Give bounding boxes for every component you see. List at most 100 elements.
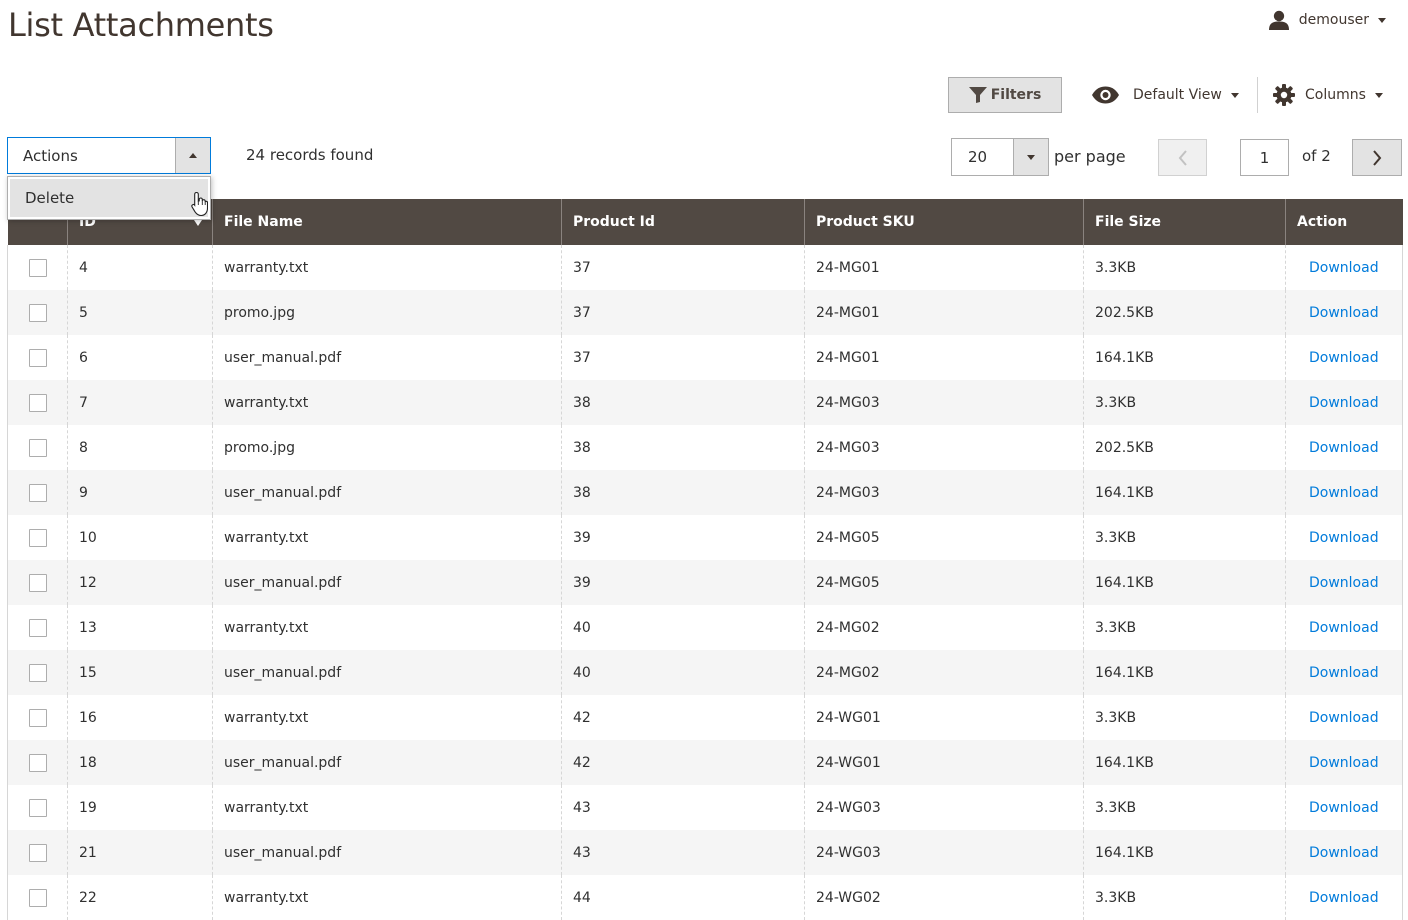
download-link[interactable]: Download <box>1309 665 1379 681</box>
cell-file-name: user_manual.pdf <box>212 740 562 785</box>
row-checkbox[interactable] <box>28 258 47 277</box>
filters-button[interactable]: Filters <box>948 77 1062 113</box>
download-link[interactable]: Download <box>1309 710 1379 726</box>
columns-dropdown[interactable]: Columns <box>1273 80 1383 110</box>
column-header-file-name[interactable]: File Name <box>212 199 562 245</box>
download-link[interactable]: Download <box>1309 890 1379 906</box>
next-page-button[interactable] <box>1352 139 1402 176</box>
cell-file-size: 3.3KB <box>1083 515 1286 560</box>
row-checkbox[interactable] <box>28 888 47 907</box>
cell-file-name: warranty.txt <box>212 785 562 830</box>
download-link[interactable]: Download <box>1309 530 1379 546</box>
cell-file-name: user_manual.pdf <box>212 830 562 875</box>
chevron-right-icon <box>1373 149 1382 166</box>
current-page-input[interactable]: 1 <box>1240 139 1289 176</box>
cell-action: Download <box>1285 470 1403 515</box>
user-account-menu[interactable]: demouser <box>1268 10 1386 30</box>
row-checkbox[interactable] <box>28 528 47 547</box>
row-checkbox[interactable] <box>28 753 47 772</box>
row-select-cell <box>7 425 68 470</box>
cell-id: 9 <box>67 470 213 515</box>
column-header-product-id[interactable]: Product Id <box>561 199 805 245</box>
mass-actions-dropdown[interactable]: Actions <box>7 137 211 174</box>
row-checkbox[interactable] <box>28 393 47 412</box>
row-checkbox[interactable] <box>28 348 47 367</box>
cell-id: 16 <box>67 695 213 740</box>
cell-product-sku: 24-MG02 <box>804 605 1084 650</box>
row-select-cell <box>7 605 68 650</box>
table-row: 16 warranty.txt 42 24-WG01 3.3KB Download <box>7 695 1403 740</box>
page-title: List Attachments <box>8 6 274 44</box>
download-link[interactable]: Download <box>1309 440 1379 456</box>
row-select-cell <box>7 335 68 380</box>
default-view-label: Default View <box>1133 87 1222 103</box>
cell-id: 12 <box>67 560 213 605</box>
row-checkbox[interactable] <box>28 663 47 682</box>
chevron-down-icon <box>1374 92 1383 98</box>
per-page-dropdown[interactable]: 20 <box>951 138 1049 176</box>
cell-product-id: 39 <box>561 515 805 560</box>
cell-product-id: 37 <box>561 290 805 335</box>
cell-file-size: 3.3KB <box>1083 245 1286 290</box>
cell-file-size: 3.3KB <box>1083 695 1286 740</box>
table-row: 10 warranty.txt 39 24-MG05 3.3KB Download <box>7 515 1403 560</box>
download-link[interactable]: Download <box>1309 575 1379 591</box>
cell-product-sku: 24-MG02 <box>804 650 1084 695</box>
cell-product-sku: 24-MG01 <box>804 245 1084 290</box>
cell-id: 6 <box>67 335 213 380</box>
mass-action-delete[interactable]: Delete <box>10 179 208 217</box>
row-checkbox[interactable] <box>28 438 47 457</box>
cell-file-size: 3.3KB <box>1083 605 1286 650</box>
records-found: 24 records found <box>246 146 374 164</box>
cell-id: 4 <box>67 245 213 290</box>
download-link[interactable]: Download <box>1309 755 1379 771</box>
row-checkbox[interactable] <box>28 573 47 592</box>
row-select-cell <box>7 470 68 515</box>
download-link[interactable]: Download <box>1309 260 1379 276</box>
previous-page-button[interactable] <box>1158 139 1207 176</box>
cell-product-sku: 24-MG03 <box>804 380 1084 425</box>
row-checkbox[interactable] <box>28 708 47 727</box>
per-page-toggle[interactable] <box>1013 139 1048 175</box>
cell-file-size: 164.1KB <box>1083 560 1286 605</box>
row-select-cell <box>7 380 68 425</box>
mass-actions-toggle[interactable] <box>175 138 210 173</box>
download-link[interactable]: Download <box>1309 845 1379 861</box>
download-link[interactable]: Download <box>1309 485 1379 501</box>
cell-file-size: 3.3KB <box>1083 380 1286 425</box>
row-checkbox[interactable] <box>28 483 47 502</box>
cell-file-name: warranty.txt <box>212 515 562 560</box>
funnel-icon <box>968 87 987 103</box>
cell-product-sku: 24-WG01 <box>804 740 1084 785</box>
download-link[interactable]: Download <box>1309 350 1379 366</box>
row-checkbox[interactable] <box>28 798 47 817</box>
row-checkbox[interactable] <box>28 618 47 637</box>
table-row: 9 user_manual.pdf 38 24-MG03 164.1KB Download <box>7 470 1403 515</box>
cell-file-size: 164.1KB <box>1083 830 1286 875</box>
row-checkbox[interactable] <box>28 843 47 862</box>
table-row: 4 warranty.txt 37 24-MG01 3.3KB Download <box>7 245 1403 290</box>
cell-file-name: promo.jpg <box>212 290 562 335</box>
default-view-dropdown[interactable]: Default View <box>1091 80 1239 110</box>
cell-product-sku: 24-MG05 <box>804 560 1084 605</box>
cell-id: 15 <box>67 650 213 695</box>
row-checkbox[interactable] <box>28 303 47 322</box>
cell-id: 21 <box>67 830 213 875</box>
download-link[interactable]: Download <box>1309 395 1379 411</box>
total-pages: of 2 <box>1302 147 1331 165</box>
column-header-file-size[interactable]: File Size <box>1083 199 1286 245</box>
cell-file-size: 3.3KB <box>1083 875 1286 920</box>
cell-action: Download <box>1285 830 1403 875</box>
download-link[interactable]: Download <box>1309 305 1379 321</box>
column-header-product-sku[interactable]: Product SKU <box>804 199 1084 245</box>
cell-file-size: 164.1KB <box>1083 470 1286 515</box>
download-link[interactable]: Download <box>1309 800 1379 816</box>
download-link[interactable]: Download <box>1309 620 1379 636</box>
mass-actions-menu: Delete <box>7 176 211 220</box>
row-select-cell <box>7 515 68 560</box>
cell-action: Download <box>1285 560 1403 605</box>
table-row: 21 user_manual.pdf 43 24-WG03 164.1KB Downloa… <box>7 830 1403 875</box>
cell-action: Download <box>1285 425 1403 470</box>
cell-action: Download <box>1285 740 1403 785</box>
mass-actions-label: Actions <box>23 146 78 165</box>
